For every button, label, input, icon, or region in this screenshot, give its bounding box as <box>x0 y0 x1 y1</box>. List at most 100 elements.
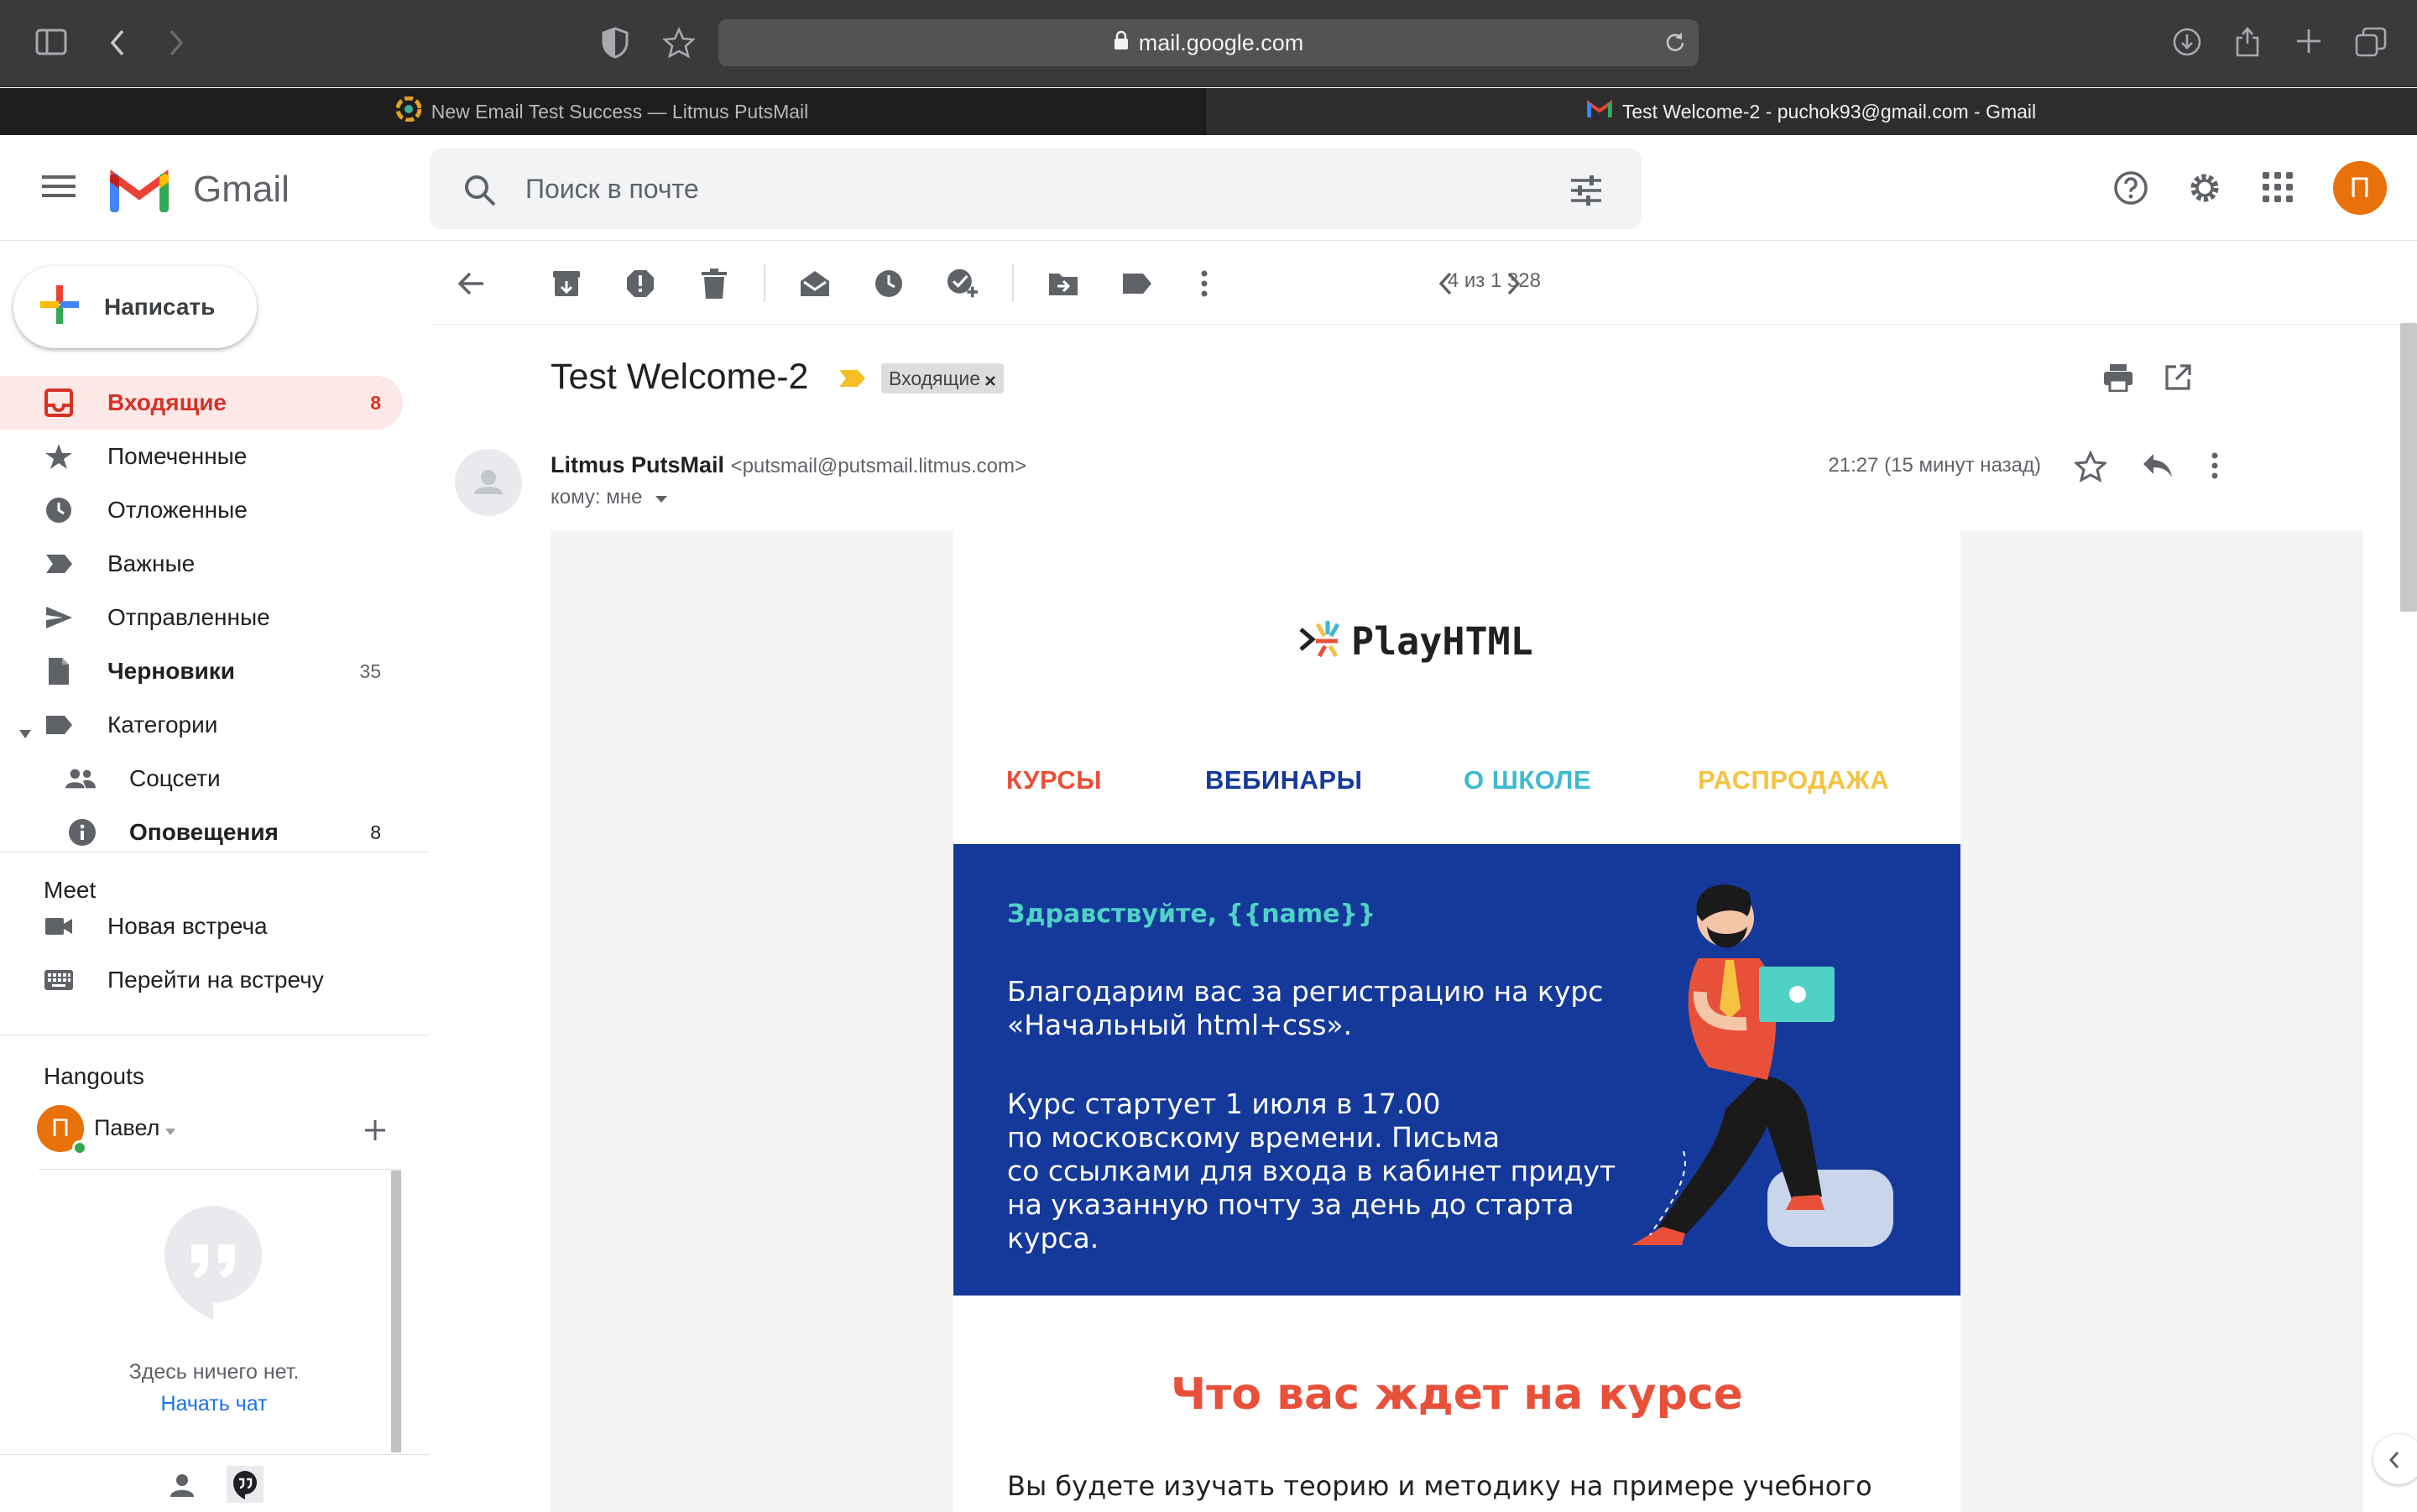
start-chat-link[interactable]: Начать чат <box>0 1392 428 1416</box>
back-to-inbox-icon[interactable] <box>455 268 487 300</box>
downloads-icon[interactable] <box>2172 27 2202 62</box>
open-new-window-icon[interactable] <box>2164 363 2192 396</box>
compose-button[interactable]: Написать <box>13 266 257 348</box>
email-body: PlayHTML КУРСЫ ВЕБИНАРЫ О ШКОЛЕ РАСПРОДА… <box>551 530 2363 1512</box>
expand-arrow-icon[interactable] <box>18 718 32 745</box>
gmail-logo-icon[interactable] <box>109 167 170 216</box>
sidebar-item-label: Соцсети <box>129 765 221 791</box>
sidebar-item-important[interactable]: Важные <box>0 537 403 591</box>
search-icon[interactable] <box>463 174 497 214</box>
message-time: 21:27 (15 минут назад) <box>1828 454 2041 477</box>
paragraph-line: по московскому времени. Письма <box>1007 1121 1501 1154</box>
side-panel-toggle[interactable] <box>2373 1434 2417 1484</box>
star-icon <box>44 441 74 472</box>
add-chat-icon[interactable] <box>363 1118 388 1147</box>
report-spam-icon[interactable] <box>624 268 656 300</box>
tab-bar: New Email Test Success — Litmus PutsMail… <box>0 88 2417 135</box>
sidebar-item-inbox[interactable]: Входящие 8 <box>0 376 403 430</box>
star-message-icon[interactable] <box>2073 450 2108 487</box>
search-options-icon[interactable] <box>1569 174 1603 214</box>
playhtml-logo-icon <box>1297 618 1341 665</box>
newer-message-icon[interactable] <box>1430 268 1462 300</box>
menu-webinars-link[interactable]: ВЕБИНАРЫ <box>1205 765 1362 795</box>
sidebar-item-social[interactable]: Соцсети <box>0 752 403 806</box>
help-icon[interactable] <box>2113 170 2148 210</box>
menu-sale-link[interactable]: РАСПРОДАЖА <box>1698 765 1889 795</box>
divider <box>0 1454 430 1455</box>
paragraph-line: «Начальный html+css». <box>1007 1009 1353 1041</box>
gmail-header: Gmail Поиск в почте П <box>0 135 2417 241</box>
hangouts-title: Hangouts <box>44 1063 144 1089</box>
archive-icon[interactable] <box>551 268 582 300</box>
playhtml-logo[interactable]: PlayHTML <box>1297 618 1533 665</box>
settings-gear-icon[interactable] <box>2187 170 2222 210</box>
importance-marker-icon[interactable] <box>838 368 866 393</box>
contacts-tab-icon[interactable] <box>168 1471 196 1504</box>
keyboard-icon <box>44 965 74 995</box>
sidebar-toggle-icon[interactable] <box>35 29 67 60</box>
reload-icon[interactable] <box>1663 31 1687 60</box>
delete-icon[interactable] <box>698 268 730 300</box>
account-avatar[interactable]: П <box>2333 161 2387 215</box>
reply-icon[interactable] <box>2142 452 2174 483</box>
forward-icon[interactable] <box>166 28 186 63</box>
mark-unread-icon[interactable] <box>799 268 831 300</box>
more-message-actions-icon[interactable] <box>2211 452 2219 483</box>
add-to-tasks-icon[interactable] <box>947 268 979 300</box>
people-icon <box>65 764 96 794</box>
label-chip: Входящие <box>881 363 1005 394</box>
chevron-left-icon <box>2388 1451 2400 1473</box>
sender-line: Litmus PutsMail <putsmail@putsmail.litmu… <box>551 452 1026 478</box>
sidebar-item-drafts[interactable]: Черновики 35 <box>0 644 403 698</box>
logo-wordmark: PlayHTML <box>1351 619 1533 664</box>
labels-icon[interactable] <box>1121 268 1153 300</box>
share-icon[interactable] <box>2234 23 2261 62</box>
apps-grid-icon[interactable] <box>2263 172 2293 206</box>
hangouts-avatar-letter: П <box>51 1114 70 1142</box>
sender-avatar <box>455 449 522 520</box>
sidebar-item-categories[interactable]: Категории <box>0 698 403 752</box>
back-icon[interactable] <box>107 28 128 63</box>
email-card: PlayHTML КУРСЫ ВЕБИНАРЫ О ШКОЛЕ РАСПРОДА… <box>953 530 1960 1512</box>
remove-label-icon[interactable] <box>984 370 997 393</box>
sidebar-item-snoozed[interactable]: Отложенные <box>0 483 403 537</box>
snooze-icon[interactable] <box>873 268 905 300</box>
tab-gmail[interactable]: Test Welcome-2 - puchok93@gmail.com - Gm… <box>1206 88 2417 135</box>
join-meeting-link[interactable]: Перейти на встречу <box>0 953 403 1007</box>
sidebar-item-starred[interactable]: Помеченные <box>0 430 403 483</box>
tab-litmus[interactable]: New Email Test Success — Litmus PutsMail <box>0 88 1205 135</box>
sidebar-item-label: Важные <box>107 550 196 576</box>
pagination-text: 4 из 1 328 <box>1447 269 1541 292</box>
url-text: mail.google.com <box>1138 29 1304 55</box>
empty-chat-text: Здесь ничего нет. <box>128 1360 300 1384</box>
main-menu-icon[interactable] <box>42 174 76 203</box>
menu-about-link[interactable]: О ШКОЛЕ <box>1464 765 1591 795</box>
search-bar[interactable]: Поиск в почте <box>430 149 1642 229</box>
address-bar[interactable]: mail.google.com <box>718 19 1699 66</box>
new-tab-icon[interactable] <box>2294 27 2323 60</box>
page-scrollbar-thumb[interactable] <box>2400 323 2417 612</box>
sender-name[interactable]: Litmus PutsMail <box>551 452 724 477</box>
section-title: Что вас ждет на курсе <box>1171 1369 1743 1420</box>
gmail-favicon-icon <box>1586 100 1612 123</box>
print-icon[interactable] <box>2103 363 2133 396</box>
hangouts-user[interactable]: П Павел <box>37 1105 188 1155</box>
recipient-details-icon[interactable] <box>655 486 668 508</box>
online-status-dot <box>72 1140 87 1155</box>
status-dropdown-icon[interactable] <box>164 1125 176 1140</box>
bookmark-star-icon[interactable] <box>661 26 697 64</box>
privacy-shield-icon[interactable] <box>601 27 629 64</box>
gmail-wordmark: Gmail <box>193 169 290 210</box>
older-message-icon[interactable] <box>1497 268 1529 300</box>
new-meeting-link[interactable]: Новая встреча <box>0 899 403 953</box>
updates-count: 8 <box>370 821 381 843</box>
sidebar-item-label: Отложенные <box>107 497 248 523</box>
move-to-icon[interactable] <box>1047 268 1079 300</box>
sidebar-item-sent[interactable]: Отправленные <box>0 591 403 644</box>
toolbar-divider <box>1012 264 1014 301</box>
tab-overview-icon[interactable] <box>2355 27 2387 62</box>
litmus-favicon-icon <box>395 96 422 127</box>
chat-tab-icon[interactable] <box>227 1466 264 1507</box>
menu-courses-link[interactable]: КУРСЫ <box>1006 765 1102 795</box>
recipient-line[interactable]: кому: мне <box>551 486 668 509</box>
